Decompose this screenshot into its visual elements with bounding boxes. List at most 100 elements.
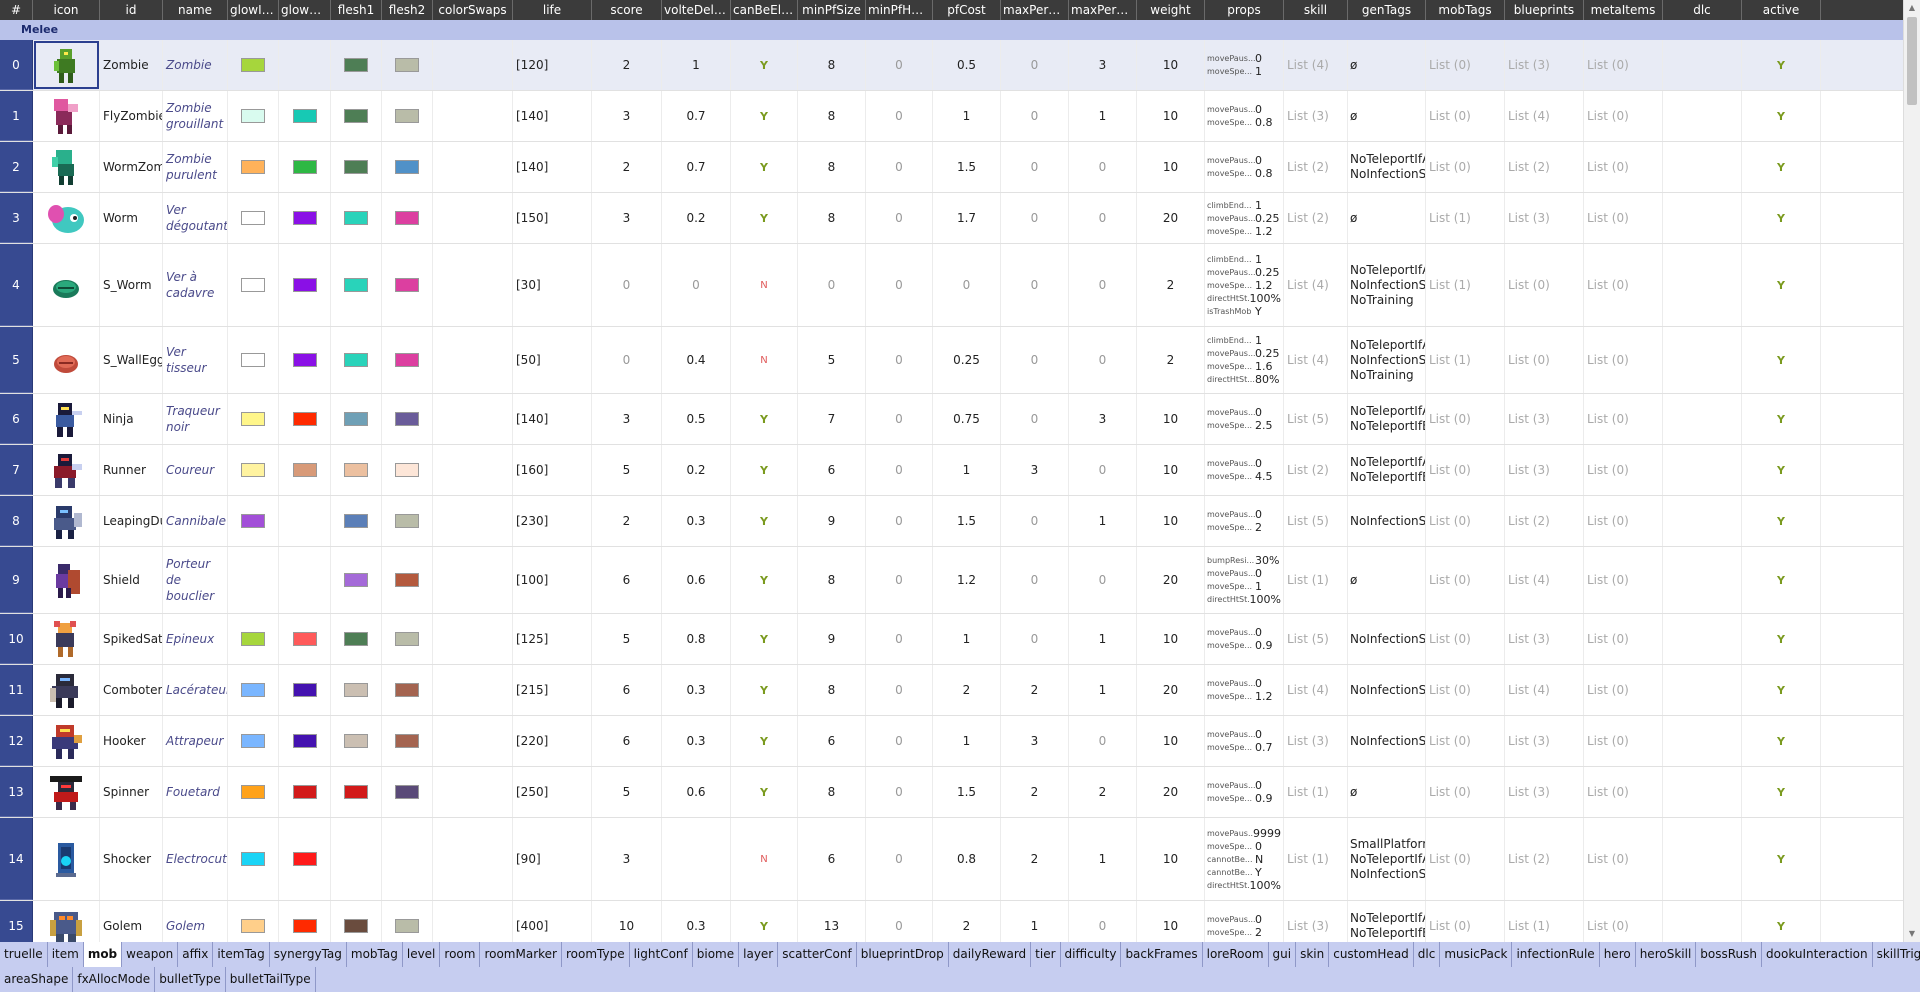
- mob-tags-list-link[interactable]: List (0): [1426, 665, 1505, 715]
- mob-id[interactable]: FlyZombie: [100, 91, 163, 141]
- volte-delay-value[interactable]: 0.5: [662, 394, 731, 444]
- glow-inner-color[interactable]: [228, 193, 279, 243]
- skill-list-link[interactable]: List (4): [1284, 40, 1348, 90]
- glow-outer-color-swatch[interactable]: [292, 734, 317, 748]
- mob-id[interactable]: Spinner: [100, 767, 163, 817]
- volte-delay-value[interactable]: 0.3: [662, 716, 731, 766]
- meta-items-list-link[interactable]: List (0): [1584, 142, 1663, 192]
- color-swaps-cell[interactable]: [433, 665, 513, 715]
- flesh1-color[interactable]: [331, 244, 382, 326]
- skill-list-link[interactable]: List (5): [1284, 614, 1348, 664]
- flesh1-color[interactable]: [331, 40, 382, 90]
- glow-outer-color[interactable]: [279, 327, 331, 393]
- life-value[interactable]: [140]: [513, 142, 592, 192]
- glow-inner-color-swatch[interactable]: [241, 919, 265, 933]
- mob-name[interactable]: Ver dégoutant: [163, 193, 228, 243]
- tab-heroskill[interactable]: heroSkill: [1636, 942, 1697, 967]
- table-row[interactable]: 15 Golem Golem [400] 10 0.3 Y 13 0 2 1 0 10 movePaus.…: [0, 901, 1903, 942]
- flesh2-color[interactable]: [382, 40, 433, 90]
- table-row[interactable]: 8 LeapingDuelys Cannibale [230] 2 0.3 Y 9 0 1.5 0 1…: [0, 496, 1903, 547]
- color-swaps-cell[interactable]: [433, 142, 513, 192]
- tab-layer[interactable]: layer: [739, 942, 779, 967]
- mob-id[interactable]: WormZombie: [100, 142, 163, 192]
- mob-sprite-icon[interactable]: [33, 901, 100, 942]
- can-be-elite-flag[interactable]: Y: [731, 394, 798, 444]
- gen-tags-cell[interactable]: SmallPlatformsNoTeleportIfAgNoInfectionS…: [1348, 818, 1426, 900]
- mob-name[interactable]: Electrocuteur: [163, 818, 228, 900]
- min-pf-size-value[interactable]: 8: [798, 91, 866, 141]
- volte-delay-value[interactable]: 0.2: [662, 193, 731, 243]
- glow-outer-color-swatch[interactable]: [292, 919, 317, 933]
- skill-list-link[interactable]: List (3): [1284, 91, 1348, 141]
- score-value[interactable]: 3: [592, 91, 662, 141]
- row-index[interactable]: 3: [0, 193, 33, 243]
- meta-items-list-link[interactable]: List (0): [1584, 547, 1663, 613]
- mob-name[interactable]: Porteur de bouclier: [163, 547, 228, 613]
- tab-infectionrule[interactable]: infectionRule: [1512, 942, 1600, 967]
- mob-id[interactable]: Ninja: [100, 394, 163, 444]
- tab-customhead[interactable]: customHead: [1329, 942, 1414, 967]
- min-pf-size-value[interactable]: 5: [798, 327, 866, 393]
- column-header-glowout[interactable]: glowOut...: [279, 0, 331, 20]
- pf-cost-value[interactable]: 1.5: [933, 142, 1001, 192]
- meta-items-list-link[interactable]: List (0): [1584, 665, 1663, 715]
- skill-list-link[interactable]: List (2): [1284, 142, 1348, 192]
- blueprints-list-link[interactable]: List (3): [1505, 40, 1584, 90]
- row-index[interactable]: 5: [0, 327, 33, 393]
- mob-tags-list-link[interactable]: List (1): [1426, 244, 1505, 326]
- glow-outer-color[interactable]: [279, 818, 331, 900]
- meta-items-list-link[interactable]: List (0): [1584, 818, 1663, 900]
- glow-inner-color-swatch[interactable]: [241, 734, 265, 748]
- color-swaps-cell[interactable]: [433, 901, 513, 942]
- glow-outer-color-swatch[interactable]: [292, 278, 317, 292]
- flesh1-color[interactable]: [331, 91, 382, 141]
- pf-cost-value[interactable]: 0: [933, 244, 1001, 326]
- score-value[interactable]: 6: [592, 716, 662, 766]
- gen-tags-cell[interactable]: NoTeleportIfAgNoInfectionSpNoTraining: [1348, 327, 1426, 393]
- glow-inner-color[interactable]: [228, 244, 279, 326]
- mob-tags-list-link[interactable]: List (0): [1426, 445, 1505, 495]
- table-row[interactable]: 7 Runner Coureur [160] 5 0.2 Y 6 0 1 3 0 10 movePaus.…: [0, 445, 1903, 496]
- flesh2-color[interactable]: [382, 142, 433, 192]
- flesh2-color[interactable]: [382, 394, 433, 444]
- flesh2-color[interactable]: [382, 901, 433, 942]
- glow-inner-color[interactable]: [228, 547, 279, 613]
- active-flag[interactable]: Y: [1742, 244, 1821, 326]
- mob-id[interactable]: Golem: [100, 901, 163, 942]
- glow-inner-color-swatch[interactable]: [241, 852, 265, 866]
- tab-fxallocmode[interactable]: fxAllocMode: [73, 967, 156, 992]
- scroll-down-arrow-icon[interactable]: ▼: [1904, 926, 1920, 942]
- glow-inner-color[interactable]: [228, 40, 279, 90]
- weight-value[interactable]: 10: [1137, 394, 1205, 444]
- glow-outer-color[interactable]: [279, 767, 331, 817]
- glow-outer-color-swatch[interactable]: [292, 109, 317, 123]
- glow-inner-color[interactable]: [228, 767, 279, 817]
- glow-inner-color[interactable]: [228, 91, 279, 141]
- column-header-score[interactable]: score: [592, 0, 662, 20]
- glow-inner-color-swatch[interactable]: [241, 683, 265, 697]
- glow-inner-color[interactable]: [228, 818, 279, 900]
- weight-value[interactable]: 10: [1137, 818, 1205, 900]
- max-per-room-value[interactable]: 0: [1001, 327, 1069, 393]
- flesh1-color-swatch[interactable]: [344, 632, 368, 646]
- max-per-room-value[interactable]: 2: [1001, 767, 1069, 817]
- props-cell[interactable]: movePaus... 0 moveSpe... 4.5: [1205, 445, 1284, 495]
- glow-outer-color-swatch[interactable]: [292, 463, 317, 477]
- flesh1-color-swatch[interactable]: [344, 734, 368, 748]
- dlc-cell[interactable]: [1663, 547, 1742, 613]
- score-value[interactable]: 2: [592, 496, 662, 546]
- max-per-platform-value[interactable]: 0: [1069, 193, 1137, 243]
- props-cell[interactable]: movePaus... 0 moveSpe... 2: [1205, 901, 1284, 942]
- flesh1-color[interactable]: [331, 901, 382, 942]
- score-value[interactable]: 2: [592, 40, 662, 90]
- glow-outer-color[interactable]: [279, 716, 331, 766]
- column-header-colorswaps[interactable]: colorSwaps: [433, 0, 513, 20]
- weight-value[interactable]: 10: [1137, 901, 1205, 942]
- max-per-room-value[interactable]: 0: [1001, 40, 1069, 90]
- flesh2-color-swatch[interactable]: [395, 632, 419, 646]
- mob-name[interactable]: Lacérateur: [163, 665, 228, 715]
- flesh1-color-swatch[interactable]: [344, 58, 368, 72]
- blueprints-list-link[interactable]: List (3): [1505, 716, 1584, 766]
- flesh1-color-swatch[interactable]: [344, 278, 368, 292]
- mob-tags-list-link[interactable]: List (0): [1426, 91, 1505, 141]
